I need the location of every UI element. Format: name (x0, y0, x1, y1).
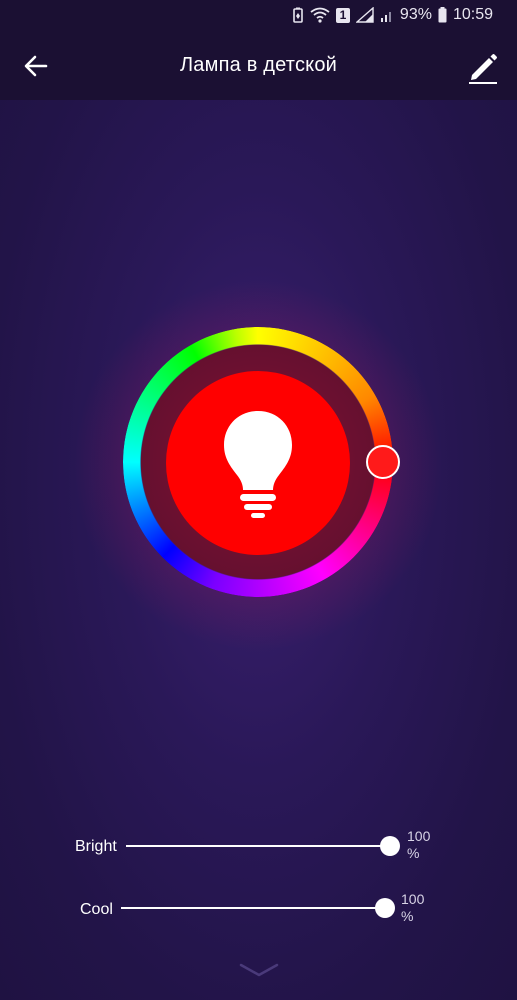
chevron-down-icon[interactable] (238, 960, 280, 980)
battery-icon (438, 7, 447, 23)
clock: 10:59 (452, 6, 493, 23)
bright-slider-track[interactable] (126, 845, 390, 847)
lightbulb-icon (224, 411, 292, 518)
cool-value: 100 % (401, 891, 424, 925)
sim-badge-icon: 1 (335, 7, 350, 23)
signal-weak-icon (380, 7, 394, 23)
bright-slider-thumb[interactable] (380, 836, 400, 856)
app-bar: Лампа в детской (0, 32, 517, 100)
wifi-icon (310, 7, 330, 23)
cool-label: Cool (80, 901, 113, 918)
bright-value-number: 100 (407, 828, 431, 844)
battery-percent: 93% (399, 6, 432, 23)
cool-slider-thumb[interactable] (375, 898, 395, 918)
battery-saver-icon (292, 7, 304, 23)
cool-slider-track[interactable] (121, 907, 385, 909)
cool-value-unit: % (401, 908, 414, 924)
sim-badge-label: 1 (335, 7, 350, 23)
bright-value: 100 % (407, 828, 430, 862)
color-picker-handle[interactable] (366, 445, 400, 479)
status-icons: 1 93% 10:59 (292, 6, 493, 24)
pencil-icon (469, 54, 497, 84)
bright-value-unit: % (407, 845, 420, 861)
bright-label: Bright (75, 838, 117, 855)
page-title: Лампа в детской (179, 54, 338, 76)
edit-button[interactable] (467, 50, 499, 84)
signal-icon (355, 7, 374, 23)
cool-value-number: 100 (401, 891, 425, 907)
status-bar: 1 93% 10:59 (0, 0, 517, 32)
lamp-toggle-button[interactable] (166, 371, 350, 555)
